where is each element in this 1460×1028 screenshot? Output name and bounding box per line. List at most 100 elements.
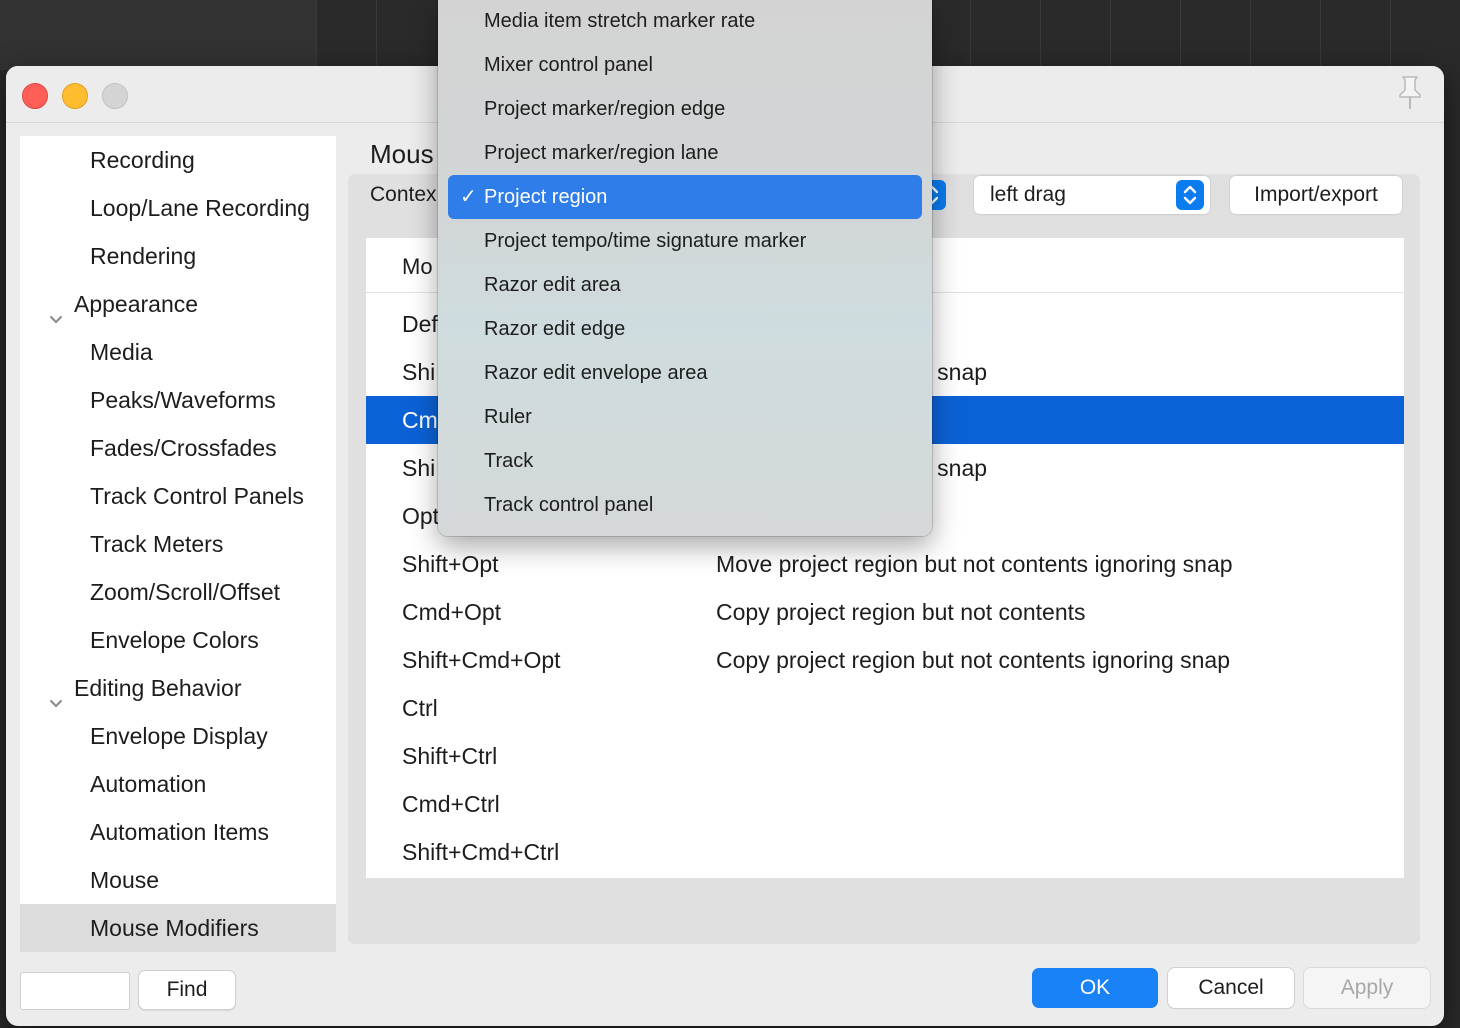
sidebar-item-label: Envelope Colors	[90, 627, 259, 653]
modifier-cell: Shift+Cmd+Opt	[402, 647, 561, 673]
sidebar-item-fades-crossfades[interactable]: Fades/Crossfades	[20, 424, 336, 472]
cancel-button[interactable]: Cancel	[1168, 968, 1294, 1008]
sidebar-item-label: Peaks/Waveforms	[90, 387, 276, 413]
find-input[interactable]	[20, 972, 130, 1010]
modifier-cell: Shift+Ctrl	[402, 743, 498, 769]
table-row[interactable]: Shift+Ctrl	[366, 732, 1404, 780]
host-grid-line	[376, 0, 377, 70]
menu-item-label: Razor edit envelope area	[484, 362, 708, 384]
menu-item[interactable]: Mixer control panel	[448, 43, 922, 87]
sidebar-item-mouse-modifiers[interactable]: Mouse Modifiers	[20, 904, 336, 952]
menu-item-label: Track	[484, 450, 534, 472]
table-row[interactable]: Cmd+Opt Copy project region but not conte…	[366, 588, 1404, 636]
modifier-cell: Shi	[402, 359, 436, 385]
menu-item-label: Track control panel	[484, 494, 654, 516]
host-grid-line	[970, 0, 971, 70]
host-grid-line	[1320, 0, 1321, 70]
sidebar-item-appearance[interactable]: Appearance	[20, 280, 336, 328]
menu-item[interactable]: Razor edit edge	[448, 307, 922, 351]
action-cell: Move project region but not contents ign…	[716, 551, 1233, 577]
sidebar-item-label: Mouse	[90, 867, 160, 893]
pin-icon[interactable]	[1394, 74, 1426, 110]
menu-item-label: Project marker/region lane	[484, 142, 719, 164]
zoom-icon[interactable]	[102, 83, 128, 109]
sidebar-item-zoom-scroll-offset[interactable]: Zoom/Scroll/Offset	[20, 568, 336, 616]
menu-item[interactable]: Project tempo/time signature marker	[448, 219, 922, 263]
sidebar-item-automation[interactable]: Automation	[20, 760, 336, 808]
context-dropdown-menu: Media item stretch marker rate Mixer cont…	[438, 0, 932, 536]
sidebar-item-label: Automation Items	[90, 819, 269, 845]
menu-item[interactable]: Project marker/region edge	[448, 87, 922, 131]
host-grid-line	[1110, 0, 1111, 70]
chevron-down-icon[interactable]	[48, 680, 64, 707]
menu-item[interactable]: Media item stretch marker rate	[448, 0, 922, 43]
column-header-modifier[interactable]: Mo	[402, 238, 433, 296]
table-row[interactable]: Cmd+Ctrl	[366, 780, 1404, 828]
host-app-panel	[0, 0, 316, 70]
menu-item-label: Mixer control panel	[484, 54, 653, 76]
sidebar-item-peaks-waveforms[interactable]: Peaks/Waveforms	[20, 376, 336, 424]
menu-item[interactable]: Track	[448, 439, 922, 483]
menu-item[interactable]: Razor edit envelope area	[448, 351, 922, 395]
host-grid-line	[1040, 0, 1041, 70]
menu-item-label: Ruler	[484, 406, 532, 428]
close-icon[interactable]	[22, 83, 48, 109]
sidebar-item-track-meters[interactable]: Track Meters	[20, 520, 336, 568]
host-grid-line	[1390, 0, 1391, 70]
import-export-button[interactable]: Import/export	[1230, 176, 1402, 214]
sidebar-item-envelope-display[interactable]: Envelope Display	[20, 712, 336, 760]
menu-item-label: Project marker/region edge	[484, 98, 726, 120]
host-grid-line	[316, 0, 317, 70]
sidebar-item-rendering[interactable]: Rendering	[20, 232, 336, 280]
table-row[interactable]: Ctrl	[366, 684, 1404, 732]
sidebar-item-media[interactable]: Media	[20, 328, 336, 376]
modifier-cell: Opt	[402, 503, 440, 529]
modifier-cell: Def	[402, 311, 438, 337]
host-grid-line	[1250, 0, 1251, 70]
menu-item-label: Project region	[484, 186, 608, 208]
sidebar-item-label: Mouse Modifiers	[90, 915, 259, 941]
sidebar-item-automation-items[interactable]: Automation Items	[20, 808, 336, 856]
context-label: Contex	[370, 183, 437, 206]
mouse-action-value: left drag	[990, 183, 1066, 206]
sidebar-item-envelope-colors[interactable]: Envelope Colors	[20, 616, 336, 664]
modifier-cell: Cm	[402, 407, 438, 433]
menu-item-label: Razor edit area	[484, 274, 621, 296]
page-title: Mous	[370, 139, 434, 169]
action-cell: Copy project region but not contents ign…	[716, 647, 1230, 673]
modifier-cell: Cmd+Ctrl	[402, 791, 500, 817]
chevron-down-icon[interactable]	[48, 296, 64, 323]
menu-item-label: Project tempo/time signature marker	[484, 230, 807, 252]
modifier-cell: Shift+Cmd+Ctrl	[402, 839, 560, 865]
modifier-cell: Ctrl	[402, 695, 438, 721]
modifier-cell: Shift+Opt	[402, 551, 499, 577]
sidebar-item-recording[interactable]: Recording	[20, 136, 336, 184]
menu-item[interactable]: Track control panel	[448, 483, 922, 527]
menu-item[interactable]: Project marker/region lane	[448, 131, 922, 175]
checkmark-icon: ✓	[460, 186, 477, 208]
find-button[interactable]: Find	[138, 970, 236, 1010]
menu-item[interactable]: ✓ Project region	[448, 175, 922, 219]
stepper-icon	[1176, 180, 1204, 210]
menu-item[interactable]: Razor edit area	[448, 263, 922, 307]
sidebar-item-editing-behavior[interactable]: Editing Behavior	[20, 664, 336, 712]
sidebar-item-track-control-panels[interactable]: Track Control Panels	[20, 472, 336, 520]
apply-button[interactable]: Apply	[1304, 968, 1430, 1008]
ok-button[interactable]: OK	[1032, 968, 1158, 1008]
sidebar-item-label: Zoom/Scroll/Offset	[90, 579, 281, 605]
table-row[interactable]: Shift+Opt Move project region but not con…	[366, 540, 1404, 588]
minimize-icon[interactable]	[62, 83, 88, 109]
menu-item[interactable]: Ruler	[448, 395, 922, 439]
sidebar-item-label: Appearance	[74, 291, 199, 317]
table-row[interactable]: Shift+Cmd+Opt Copy project region but not…	[366, 636, 1404, 684]
menu-item-label: Media item stretch marker rate	[484, 10, 756, 32]
table-row[interactable]: Shift+Cmd+Ctrl	[366, 828, 1404, 876]
sidebar-item-label: Loop/Lane Recording	[90, 195, 310, 221]
sidebar-tree[interactable]: Recording Loop/Lane Recording Rendering App…	[20, 136, 336, 952]
sidebar-item-loop-lane-recording[interactable]: Loop/Lane Recording	[20, 184, 336, 232]
sidebar-item-label: Editing Behavior	[74, 675, 242, 701]
modifier-cell: Shi	[402, 455, 436, 481]
mouse-action-select[interactable]: left drag	[974, 176, 1210, 214]
sidebar-item-mouse[interactable]: Mouse	[20, 856, 336, 904]
modifier-cell: Cmd+Opt	[402, 599, 502, 625]
